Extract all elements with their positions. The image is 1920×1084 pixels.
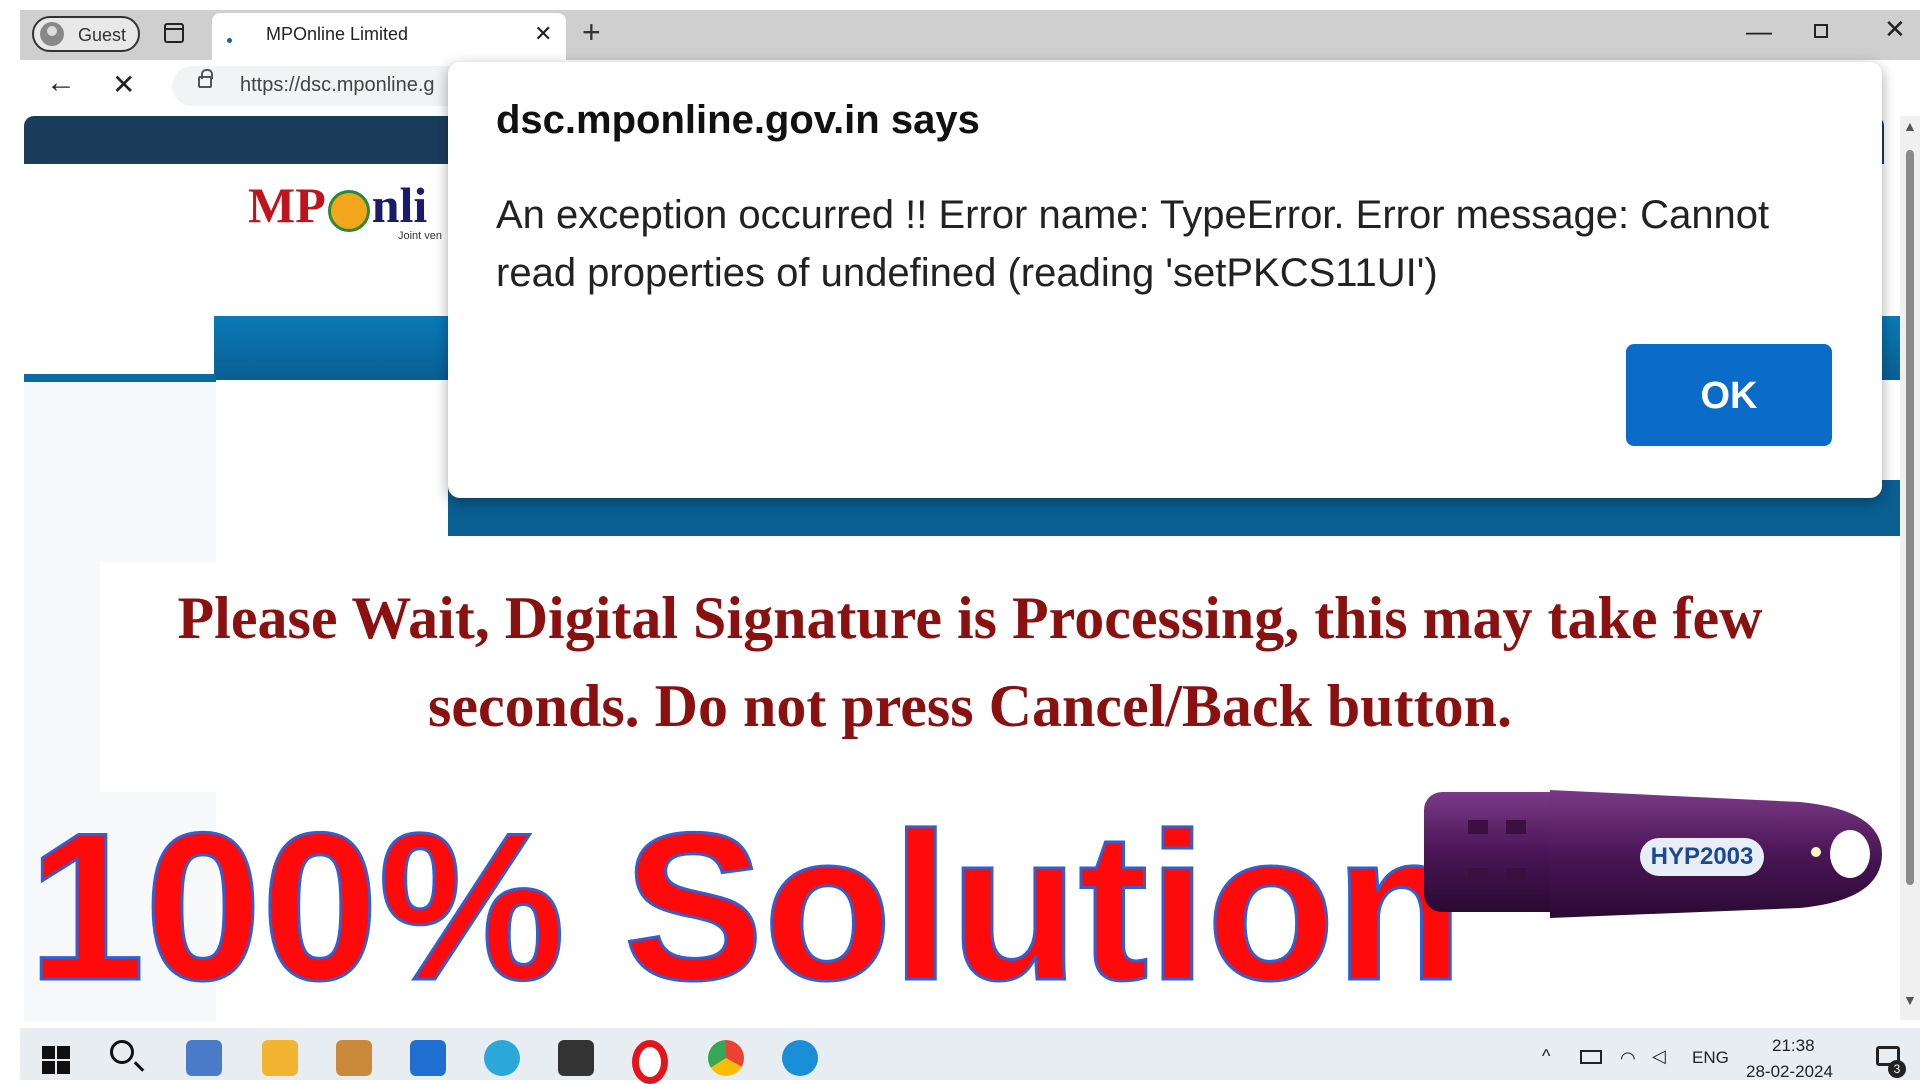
battery-icon[interactable]: [1580, 1050, 1602, 1064]
wifi-icon[interactable]: ◠: [1620, 1048, 1636, 1069]
search-icon[interactable]: [110, 1040, 134, 1064]
windows-start-icon[interactable]: [42, 1046, 70, 1074]
tab-close-icon[interactable]: ✕: [534, 21, 552, 47]
system-app-icon[interactable]: [186, 1040, 222, 1076]
browser-tab[interactable]: MPOnline Limited ✕: [212, 13, 566, 60]
logo-subtitle: Joint ven: [398, 230, 443, 242]
dialog-title: dsc.mponline.gov.in says: [496, 98, 980, 142]
tray-overflow-icon[interactable]: ^: [1542, 1046, 1550, 1067]
mponline-logo[interactable]: MP nli: [248, 176, 427, 234]
volume-icon[interactable]: ◁: [1652, 1046, 1666, 1067]
edge-dev-icon[interactable]: [484, 1040, 520, 1076]
window-close-button[interactable]: ✕: [1884, 14, 1906, 45]
opera-icon[interactable]: [632, 1040, 668, 1084]
processing-message: Please Wait, Digital Signature is Proces…: [100, 562, 1840, 792]
chrome-icon[interactable]: [708, 1040, 744, 1076]
back-button[interactable]: ←: [46, 66, 76, 100]
clock-time[interactable]: 21:38: [1772, 1036, 1815, 1056]
logo-text-right: nli: [371, 177, 428, 233]
language-indicator[interactable]: ENG: [1692, 1048, 1729, 1068]
lock-icon[interactable]: [198, 69, 213, 88]
logo-text-left: MP: [248, 177, 326, 233]
stop-loading-button[interactable]: ✕: [112, 68, 135, 101]
dialog-message: An exception occurred !! Error name: Typ…: [496, 193, 1770, 295]
scroll-down-icon[interactable]: ▼: [1903, 992, 1917, 1008]
minimize-button[interactable]: —: [1746, 16, 1772, 47]
app-icon[interactable]: [336, 1040, 372, 1076]
notification-badge: 3: [1888, 1060, 1906, 1078]
page-divider: [24, 374, 216, 382]
clock-date[interactable]: 28-02-2024: [1746, 1062, 1833, 1082]
scroll-up-icon[interactable]: ▲: [1903, 118, 1917, 134]
emblem-icon: [327, 189, 370, 232]
avatar: [40, 22, 64, 46]
mail-icon[interactable]: [410, 1040, 446, 1076]
tab-title: MPOnline Limited: [266, 24, 409, 44]
token-label: HYP2003: [1640, 838, 1764, 876]
tab-actions-icon[interactable]: [164, 23, 184, 43]
url-text[interactable]: https://dsc.mponline.g: [240, 74, 435, 97]
solution-headline: 100% Solution: [26, 789, 1464, 1024]
new-tab-button[interactable]: +: [582, 14, 601, 51]
profile-label: Guest: [78, 25, 127, 45]
file-explorer-icon[interactable]: [262, 1040, 298, 1076]
scrollbar-thumb[interactable]: [1906, 150, 1914, 885]
ok-button[interactable]: OK: [1626, 344, 1832, 446]
restore-button[interactable]: [1814, 24, 1828, 38]
profile-button[interactable]: Guest: [32, 16, 140, 52]
edge-icon[interactable]: [782, 1040, 818, 1076]
loading-icon: [227, 38, 232, 43]
media-app-icon[interactable]: [558, 1040, 594, 1076]
